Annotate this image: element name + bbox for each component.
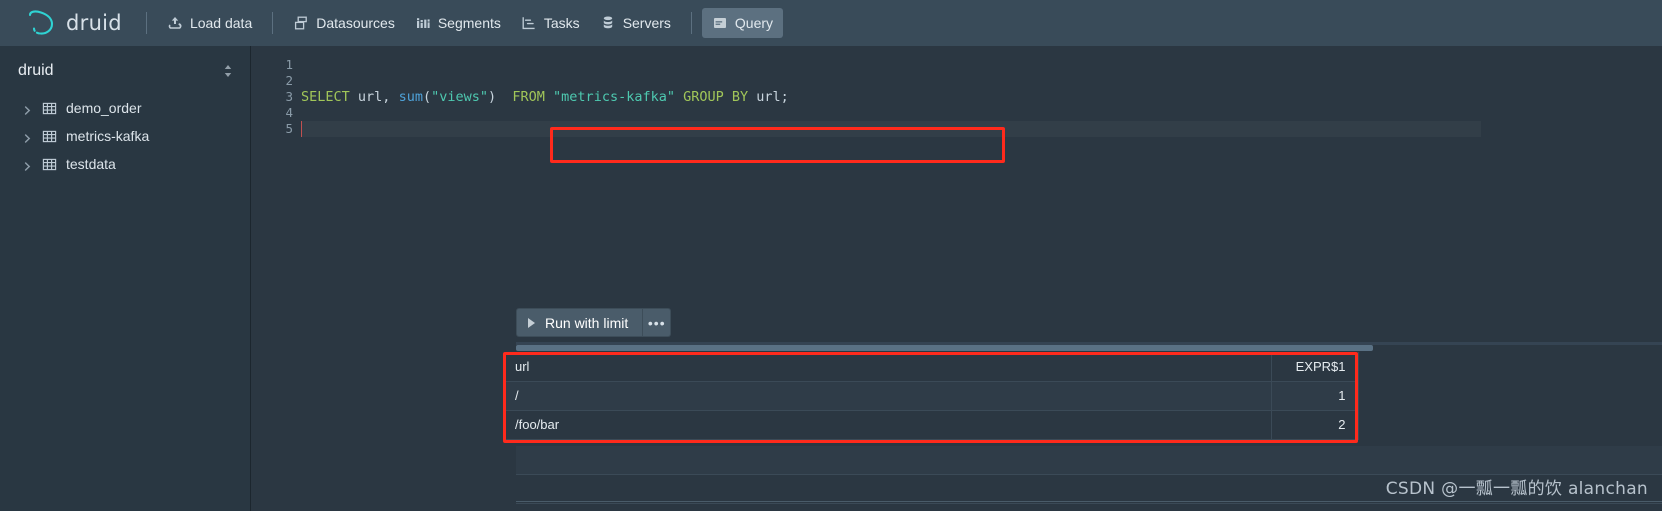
chevron-right-icon[interactable] [22,159,33,171]
line-number: 1 [285,57,293,72]
play-icon [528,317,535,328]
application-icon [712,15,728,31]
schema-label: druid [18,62,54,79]
gantt-chart-icon [521,15,537,31]
nav-item-query[interactable]: Query [701,8,784,38]
nav-label-segments: Segments [437,15,501,31]
schema-selector[interactable]: druid [18,62,234,80]
nav-item-segments[interactable]: Segments [405,8,511,38]
sidebar-table-demo-order[interactable]: demo_order [0,94,250,122]
upload-cloud-icon [167,15,183,31]
results-bottom-divider [516,501,1662,502]
nav-label-tasks: Tasks [543,15,580,31]
sql-token-group-by: GROUP BY [683,89,749,105]
sql-token-sum: sum [398,89,423,105]
sidebar-table-label: metrics-kafka [66,128,150,144]
more-options-icon: ••• [647,314,666,331]
cell-expr1: 2 [1271,410,1359,440]
table-row[interactable]: /foo/bar 2 [503,410,1359,440]
navbar-divider-2 [272,12,274,34]
database-icon [600,15,616,31]
sql-token-table: "metrics-kafka" [544,89,684,105]
sql-token-from: FROM [512,89,545,105]
code-line-3-sql-statement[interactable]: SELECT url, sum("views") FROM "metrics-k… [301,89,1662,105]
sidebar-table-metrics-kafka[interactable]: metrics-kafka [0,122,250,150]
chevron-right-icon[interactable] [22,103,33,115]
top-navbar: druid Load data Datasources Segments Tas… [0,0,1662,46]
results-header-row: url EXPR$1 [503,352,1359,382]
druid-logo-icon [26,9,58,37]
sql-token-lparen: ( [422,89,432,105]
sidebar-table-label: demo_order [66,100,142,116]
navbar-divider-3 [690,12,692,34]
nav-label-load-data: Load data [189,15,253,31]
nav-item-load-data[interactable]: Load data [157,8,262,38]
text-cursor [301,121,302,137]
more-options-button[interactable]: ••• [643,308,672,337]
nav-item-datasources[interactable]: Datasources [283,8,405,38]
druid-brand[interactable]: druid [8,9,136,37]
sql-token-rparen: ) [488,89,497,105]
nav-label-servers: Servers [622,15,671,31]
sql-editor[interactable]: 1 2 3 4 5 SELECT url, sum("views") FROM … [265,54,1662,249]
table-icon [42,129,57,144]
nav-label-datasources: Datasources [316,15,395,31]
stacked-chart-icon [415,15,431,31]
line-number: 4 [285,105,293,120]
query-results: url EXPR$1 / 1 /foo/bar 2 [503,352,1662,440]
run-toolbar: Run with limit ••• [516,308,672,337]
navbar-divider-1 [145,12,147,34]
chevron-right-icon[interactable] [22,131,33,143]
run-button-label: Run with limit [545,314,629,331]
editor-code-area[interactable]: SELECT url, sum("views") FROM "metrics-k… [301,57,1662,137]
results-table: url EXPR$1 / 1 /foo/bar 2 [503,352,1359,440]
cell-url: /foo/bar [503,410,1272,440]
cell-expr1: 1 [1271,381,1359,411]
sql-token-views: "views" [431,89,488,105]
line-number: 5 [285,121,293,136]
sidebar-table-label: testdata [66,156,116,172]
schema-sidebar: druid demo_order metrics-kafka testdata [0,46,251,511]
multi-select-icon [293,15,309,31]
line-number: 2 [285,73,293,88]
run-with-limit-button[interactable]: Run with limit [516,308,644,337]
double-caret-vertical-icon[interactable] [222,62,234,80]
sql-token-select: SELECT [301,89,350,105]
nav-label-query: Query [734,15,774,31]
console-body: druid demo_order metrics-kafka testdata … [0,46,1662,511]
query-main-panel: 1 2 3 4 5 SELECT url, sum("views") FROM … [251,46,1662,511]
empty-row [516,446,1662,475]
results-horizontal-scrollbar[interactable] [516,345,1373,351]
nav-item-servers[interactable]: Servers [590,8,681,38]
druid-query-console: druid Load data Datasources Segments Tas… [0,0,1662,511]
cell-url: / [503,381,1272,411]
column-header-url[interactable]: url [503,352,1272,382]
nav-item-tasks[interactable]: Tasks [511,8,590,38]
sidebar-table-testdata[interactable]: testdata [0,150,250,178]
line-number: 3 [285,89,293,104]
table-icon [42,101,57,116]
table-row[interactable]: / 1 [503,381,1359,411]
sql-token-url: url, [349,89,399,105]
sql-token-tail: url; [748,89,789,105]
editor-line-gutter: 1 2 3 4 5 [265,54,293,249]
column-header-expr1[interactable]: EXPR$1 [1271,352,1359,382]
table-icon [42,157,57,172]
brand-label: druid [66,11,122,35]
watermark-text: CSDN @一瓢一瓢的饮 alanchan [1385,479,1648,499]
sql-token-gap [496,89,512,105]
